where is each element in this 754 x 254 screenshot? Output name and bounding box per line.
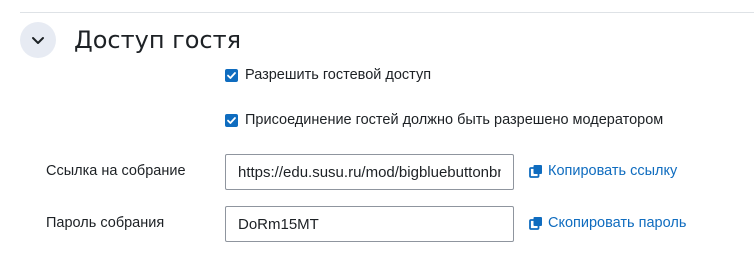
copy-icon xyxy=(529,164,543,178)
guest-access-checkbox[interactable] xyxy=(225,68,238,82)
guest-access-panel: Доступ гостя Разрешить гостевой доступ П… xyxy=(0,0,754,254)
meeting-password-input[interactable] xyxy=(225,206,514,242)
moderator-approval-option[interactable]: Присоединение гостей должно быть разреше… xyxy=(225,111,663,129)
section-divider xyxy=(20,12,754,13)
copy-link-button[interactable]: Копировать ссылку xyxy=(529,163,677,179)
chevron-down-icon xyxy=(30,32,46,48)
guest-access-label: Разрешить гостевой доступ xyxy=(245,67,432,83)
section-title: Доступ гостя xyxy=(74,26,242,54)
copy-link-label: Копировать ссылку xyxy=(548,163,678,179)
copy-password-button[interactable]: Скопировать пароль xyxy=(529,215,686,231)
section-header: Доступ гостя xyxy=(20,22,241,58)
copy-icon xyxy=(529,216,543,230)
moderator-approval-label: Присоединение гостей должно быть разреше… xyxy=(245,112,664,128)
meeting-link-input[interactable] xyxy=(225,154,514,190)
meeting-link-label: Ссылка на собрание xyxy=(46,163,186,179)
moderator-approval-checkbox[interactable] xyxy=(225,113,238,127)
guest-access-option[interactable]: Разрешить гостевой доступ xyxy=(225,66,431,84)
meeting-password-label: Пароль собрания xyxy=(46,215,165,231)
copy-password-label: Скопировать пароль xyxy=(548,215,687,231)
collapse-toggle-button[interactable] xyxy=(20,22,56,58)
